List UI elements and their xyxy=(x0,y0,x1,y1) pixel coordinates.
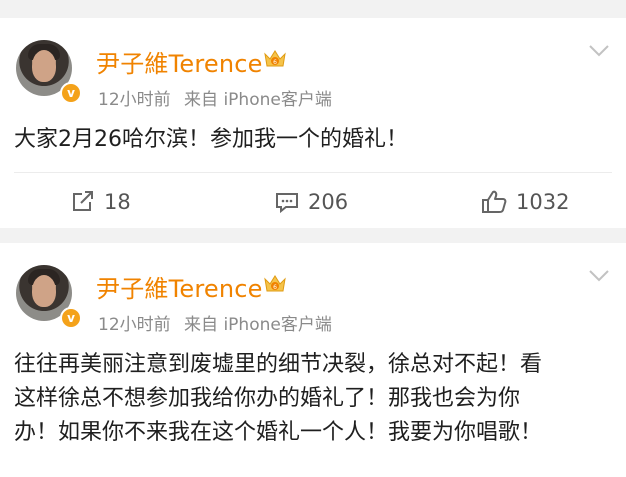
svg-text:6: 6 xyxy=(273,59,277,66)
svg-text:6: 6 xyxy=(273,284,277,291)
verified-badge-icon: v xyxy=(60,307,82,329)
content-line: 往往再美丽注意到废墟里的细节决裂，徐总对不起！看 xyxy=(14,352,543,377)
avatar-face xyxy=(32,275,56,307)
chevron-down-icon[interactable] xyxy=(588,269,610,283)
author-name[interactable]: 尹子維Terence xyxy=(96,44,263,79)
post-meta: 12小时前 来自 iPhone客户端 xyxy=(98,85,340,110)
vip-crown-icon: 6 xyxy=(264,50,286,67)
post-time: 12小时前 xyxy=(98,315,171,335)
verified-badge-icon: v xyxy=(60,82,82,104)
post-meta: 12小时前 来自 iPhone客户端 xyxy=(98,310,340,335)
avatar[interactable]: v xyxy=(16,265,82,329)
like-count: 1032 xyxy=(516,190,570,214)
weibo-post-card: v 尹子維Terence 6 12小时前 来自 iPhone客户端 大家2月26… xyxy=(0,18,626,228)
like-button[interactable]: 1032 xyxy=(480,184,569,220)
post-time: 12小时前 xyxy=(98,90,171,110)
avatar-face xyxy=(32,50,56,82)
post-source: 来自 iPhone客户端 xyxy=(184,90,332,110)
post-source: 来自 iPhone客户端 xyxy=(184,315,332,335)
repost-count: 18 xyxy=(104,190,131,214)
comment-button[interactable]: 206 xyxy=(274,184,348,220)
content-line: 办！如果你不来我在这个婚礼一个人！我要为你唱歌！ xyxy=(14,420,543,445)
weibo-post-card: v 尹子維Terence 6 12小时前 来自 iPhone客户端 往往再美丽注… xyxy=(0,243,626,477)
comment-icon xyxy=(276,193,298,214)
content-line: 这样徐总不想参加我给你办的婚礼了！那我也会为你 xyxy=(14,386,521,411)
avatar[interactable]: v xyxy=(16,40,82,104)
post-content: 往往再美丽注意到废墟里的细节决裂，徐总对不起！看 这样徐总不想参加我给你办的婚礼… xyxy=(14,348,614,450)
repost-icon xyxy=(73,191,93,211)
author-name[interactable]: 尹子維Terence xyxy=(96,269,263,304)
comment-count: 206 xyxy=(308,190,349,214)
post-content: 大家2月26哈尔滨！参加我一个的婚礼！ xyxy=(14,127,408,152)
action-bar: 18 206 1032 xyxy=(0,184,626,220)
divider xyxy=(14,172,612,173)
like-icon xyxy=(482,190,507,213)
chevron-down-icon[interactable] xyxy=(588,44,610,58)
repost-button[interactable]: 18 xyxy=(70,184,131,220)
vip-crown-icon: 6 xyxy=(264,275,286,292)
